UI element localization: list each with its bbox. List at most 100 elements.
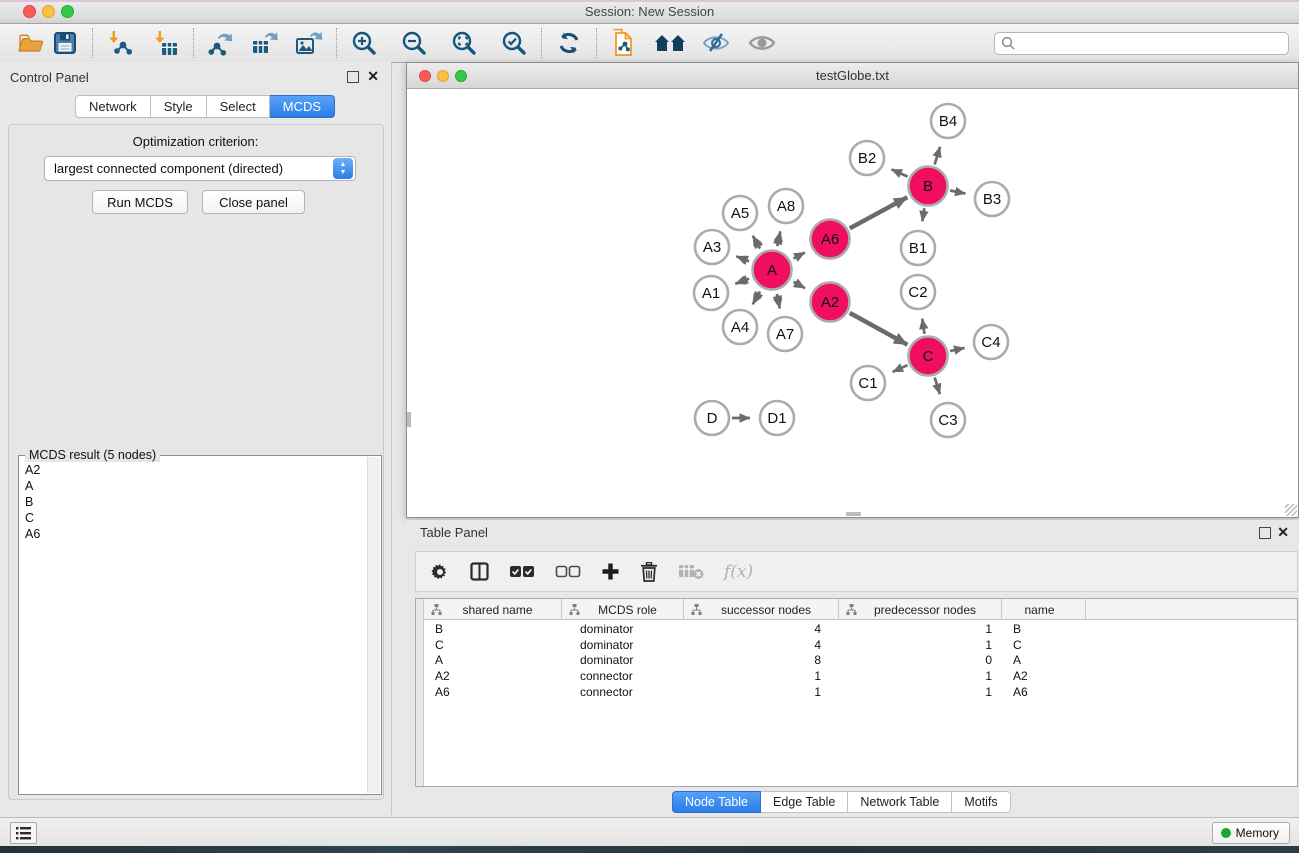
table-cell[interactable]: B [424, 622, 562, 636]
refresh-icon[interactable] [552, 27, 586, 59]
node-C1[interactable]: C1 [851, 366, 885, 400]
tab-network[interactable]: Network [75, 95, 151, 118]
table-cell[interactable]: A [1002, 653, 1086, 667]
zoom-in-icon[interactable] [347, 27, 381, 59]
node-D[interactable]: D [695, 401, 729, 435]
save-session-icon[interactable] [48, 27, 82, 59]
table-cell[interactable]: C [1002, 638, 1086, 652]
deselect-all-icon[interactable] [555, 565, 581, 579]
export-image-icon[interactable] [292, 27, 326, 59]
edge-A6-B[interactable] [850, 197, 908, 228]
edge-A-A3[interactable] [736, 256, 749, 261]
node-A8[interactable]: A8 [769, 189, 803, 223]
node-A1[interactable]: A1 [694, 276, 728, 310]
function-icon[interactable]: f(x) [724, 562, 753, 582]
node-B[interactable]: B [909, 167, 948, 206]
close-window-button[interactable] [23, 5, 36, 18]
open-session-icon[interactable] [14, 27, 48, 59]
delete-table-icon[interactable] [678, 563, 704, 580]
mcds-result-item[interactable]: C [23, 510, 365, 526]
edge-A-A1[interactable] [735, 279, 749, 284]
edge-A2-C[interactable] [850, 313, 908, 345]
edge-A-A4[interactable] [753, 291, 760, 304]
zoom-out-icon[interactable] [397, 27, 431, 59]
vertical-scrollbar-thumb[interactable] [407, 412, 411, 427]
node-A2[interactable]: A2 [811, 283, 850, 322]
gear-icon[interactable] [430, 562, 450, 582]
node-D1[interactable]: D1 [760, 401, 794, 435]
table-row[interactable]: Adominator80A [424, 653, 1297, 669]
table-cell[interactable]: 1 [839, 622, 1002, 636]
edge-C-C2[interactable] [922, 319, 924, 334]
table-cell[interactable]: B [1002, 622, 1086, 636]
edge-C-C4[interactable] [950, 348, 965, 351]
node-C4[interactable]: C4 [974, 325, 1008, 359]
export-network-icon[interactable] [204, 27, 238, 59]
horizontal-scrollbar-thumb[interactable] [846, 512, 861, 516]
maximize-window-button[interactable] [455, 70, 467, 82]
table-cell[interactable]: 1 [684, 669, 839, 683]
select-all-icon[interactable] [509, 565, 535, 579]
network-document-icon[interactable] [607, 27, 641, 59]
edge-A-A2[interactable] [794, 282, 806, 288]
node-C2[interactable]: C2 [901, 275, 935, 309]
tab-node-table[interactable]: Node Table [672, 791, 761, 813]
table-cell[interactable]: dominator [562, 638, 684, 652]
task-history-button[interactable] [10, 822, 37, 844]
table-cell[interactable]: connector [562, 669, 684, 683]
network-canvas[interactable]: B4B2BB3A5A8A6A3B1AA1C2A2A4A7C4CC1C3DD1 [407, 89, 1298, 517]
minimize-window-button[interactable] [42, 5, 55, 18]
mcds-result-list[interactable]: A2ABCA6 [23, 462, 365, 790]
table-cell[interactable]: A2 [424, 669, 562, 683]
zoom-selected-icon[interactable] [497, 27, 531, 59]
node-A5[interactable]: A5 [723, 196, 757, 230]
search-input[interactable] [1020, 36, 1282, 50]
minimize-window-button[interactable] [437, 70, 449, 82]
import-network-icon[interactable] [103, 27, 137, 59]
node-A7[interactable]: A7 [768, 317, 802, 351]
close-panel-icon[interactable]: ✕ [1277, 523, 1289, 541]
add-icon[interactable] [601, 562, 620, 581]
table-cell[interactable]: 4 [684, 622, 839, 636]
node-A3[interactable]: A3 [695, 230, 729, 264]
resize-grip-icon[interactable] [1285, 504, 1297, 516]
trash-icon[interactable] [640, 562, 658, 582]
node-A[interactable]: A [753, 251, 792, 290]
tab-network-table[interactable]: Network Table [848, 791, 952, 813]
tab-style[interactable]: Style [151, 95, 207, 118]
show-eye-icon[interactable] [745, 27, 779, 59]
zoom-fit-icon[interactable] [447, 27, 481, 59]
column-header-mcds-role[interactable]: MCDS role [562, 599, 684, 620]
node-B2[interactable]: B2 [850, 141, 884, 175]
edge-C-C1[interactable] [893, 365, 908, 372]
mcds-result-item[interactable]: A2 [23, 462, 365, 478]
edge-A-A7[interactable] [777, 294, 780, 309]
edge-A-A6[interactable] [794, 252, 805, 258]
float-panel-icon[interactable] [347, 71, 359, 83]
scrollbar-track[interactable] [367, 457, 380, 793]
table-cell[interactable]: A2 [1002, 669, 1086, 683]
memory-button[interactable]: Memory [1212, 822, 1290, 844]
edge-B-B4[interactable] [935, 147, 941, 165]
column-header-shared-name[interactable]: shared name [424, 599, 562, 620]
close-panel-icon[interactable]: ✕ [367, 67, 379, 85]
optimization-criterion-select[interactable]: largest connected component (directed) ▲… [44, 156, 356, 181]
table-cell[interactable]: dominator [562, 622, 684, 636]
table-row[interactable]: A2connector11A2 [424, 668, 1297, 684]
close-panel-button[interactable]: Close panel [202, 190, 305, 214]
column-header-predecessor-nodes[interactable]: predecessor nodes [839, 599, 1002, 620]
network-window-titlebar[interactable]: testGlobe.txt [407, 63, 1298, 89]
float-panel-icon[interactable] [1259, 527, 1271, 539]
table-cell[interactable]: 1 [839, 638, 1002, 652]
export-table-icon[interactable] [248, 27, 282, 59]
close-window-button[interactable] [419, 70, 431, 82]
table-cell[interactable]: dominator [562, 653, 684, 667]
table-cell[interactable]: 4 [684, 638, 839, 652]
table-cell[interactable]: A [424, 653, 562, 667]
tab-mcds[interactable]: MCDS [270, 95, 335, 118]
table-cell[interactable]: 0 [839, 653, 1002, 667]
columns-icon[interactable] [470, 562, 489, 581]
table-row[interactable]: Bdominator41B [424, 621, 1297, 637]
node-B3[interactable]: B3 [975, 182, 1009, 216]
mcds-result-item[interactable]: A [23, 478, 365, 494]
